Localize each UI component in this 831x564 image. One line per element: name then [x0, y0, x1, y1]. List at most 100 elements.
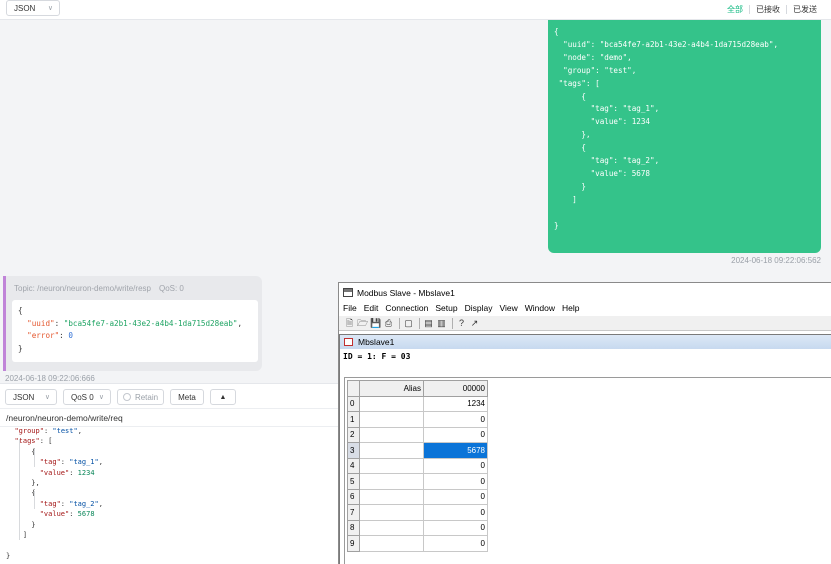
mbslave-child-window: Mbslave1 ID = 1: F = 03 Alias 00000 0 123…	[339, 334, 831, 564]
payload-format-value: JSON	[14, 3, 36, 13]
filter-all[interactable]: 全部	[721, 4, 749, 15]
message-filter-group: 全部 已接收 已发送	[721, 4, 823, 15]
meta-label: Meta	[178, 392, 196, 402]
alias-cell[interactable]	[359, 488, 424, 505]
communication-icon[interactable]: ▤	[423, 318, 434, 329]
row-index: 5	[347, 473, 360, 490]
publish-format-select[interactable]: JSON ∨	[5, 389, 57, 405]
register-value-cell[interactable]: 0	[423, 519, 488, 536]
menu-help[interactable]: Help	[562, 303, 579, 316]
payload-format-select[interactable]: JSON ∨	[6, 0, 60, 16]
publish-qos-select[interactable]: QoS 0 ∨	[63, 389, 111, 405]
display-icon[interactable]: ▥	[436, 318, 447, 329]
register-value-cell[interactable]: 0	[423, 504, 488, 521]
menu-connection[interactable]: Connection	[385, 303, 428, 316]
menu-view[interactable]: View	[499, 303, 517, 316]
open-folder-icon[interactable]: 🗁	[357, 318, 368, 329]
table-row: 70	[347, 504, 488, 521]
row-index: 2	[347, 426, 360, 443]
alias-cell[interactable]	[359, 535, 424, 552]
modbus-app-icon	[343, 288, 353, 297]
json-key: "error"	[27, 331, 60, 341]
chevron-down-icon: ∨	[98, 394, 104, 401]
publish-toolbar: JSON ∨ QoS 0 ∨ Retain Meta ▲	[0, 384, 338, 408]
table-row: 10	[347, 411, 488, 428]
modbus-slave-window: Modbus Slave - Mbslave1 File Edit Connec…	[338, 282, 831, 564]
register-value-cell[interactable]: 0	[423, 457, 488, 474]
table-row: 80	[347, 519, 488, 536]
window-title: Modbus Slave - Mbslave1	[357, 288, 455, 298]
received-message-bubble: Topic: /neuron/neuron-demo/write/resp QoS…	[3, 276, 262, 371]
json-string: "test"	[52, 427, 78, 435]
filter-sent[interactable]: 已发送	[787, 4, 823, 15]
json-key: "uuid"	[27, 318, 55, 328]
child-window-title: Mbslave1	[358, 337, 395, 347]
corner-cell	[347, 380, 360, 397]
child-window-title-bar[interactable]: Mbslave1	[340, 335, 831, 349]
publish-payload-editor[interactable]: "group": "test", "tags": [ { "tag": "tag…	[0, 427, 338, 564]
register-value-cell[interactable]: 5678	[423, 442, 488, 459]
row-index: 9	[347, 535, 360, 552]
received-message-timestamp: 2024-06-18 09:22:06:666	[5, 374, 95, 383]
received-message-payload: { "uuid": "bca54fe7-a2b1-43e2-a4b4-1da71…	[12, 300, 258, 362]
json-key: "group"	[14, 427, 44, 435]
filter-received[interactable]: 已接收	[750, 4, 786, 15]
register-value-cell[interactable]: 0	[423, 488, 488, 505]
table-row: 3 5678	[347, 442, 488, 459]
retain-toggle[interactable]: Retain	[117, 389, 164, 405]
window-icon[interactable]: ▢	[403, 318, 414, 329]
table-row: 20	[347, 426, 488, 443]
window-title-bar[interactable]: Modbus Slave - Mbslave1	[339, 283, 831, 303]
menu-setup[interactable]: Setup	[435, 303, 457, 316]
register-value-cell[interactable]: 1234	[423, 395, 488, 412]
row-index: 4	[347, 457, 360, 474]
received-qos: QoS: 0	[158, 284, 184, 293]
register-value-cell[interactable]: 0	[423, 411, 488, 428]
publish-panel: JSON ∨ QoS 0 ∨ Retain Meta ▲ /neuron/neu…	[0, 383, 338, 564]
toolbar-divider	[452, 317, 453, 329]
sent-message-bubble: { "uuid": "bca54fe7-a2b1-43e2-a4b4-1da71…	[548, 20, 821, 253]
toolbar-divider	[419, 317, 420, 329]
register-grid: Alias 00000 0 1234 1 0 2 0 3 5678 4 0 5 0 6 0 7 0 8 0 9 0	[344, 377, 831, 564]
meta-button[interactable]: Meta	[170, 389, 204, 405]
register-table: Alias 00000 0 1234 1 0 2 0 3 5678 4 0 5 0 6 0 7 0 8 0 9 0	[347, 380, 488, 552]
help-icon[interactable]: ?	[456, 318, 467, 329]
register-value-cell[interactable]: 0	[423, 535, 488, 552]
row-index: 0	[347, 395, 360, 412]
alias-cell[interactable]	[359, 519, 424, 536]
menu-file[interactable]: File	[343, 303, 357, 316]
chevron-down-icon: ∨	[47, 5, 53, 12]
row-index: 8	[347, 519, 360, 536]
child-window-icon	[344, 338, 353, 346]
print-icon[interactable]: ⎙	[383, 318, 394, 329]
alias-cell[interactable]	[359, 442, 424, 459]
menu-window[interactable]: Window	[525, 303, 555, 316]
message-toolbar: JSON ∨ 全部 已接收 已发送	[0, 0, 831, 20]
register-value-cell[interactable]: 0	[423, 426, 488, 443]
row-index: 6	[347, 488, 360, 505]
alias-cell[interactable]	[359, 395, 424, 412]
alias-cell[interactable]	[359, 457, 424, 474]
save-icon[interactable]: 💾	[370, 318, 381, 329]
radio-circle-icon	[122, 393, 131, 401]
row-index: 7	[347, 504, 360, 521]
collapse-button[interactable]: ▲	[210, 389, 236, 405]
sent-message-timestamp: 2024-06-18 09:22:06:562	[731, 256, 821, 265]
menu-display[interactable]: Display	[465, 303, 493, 316]
alias-cell[interactable]	[359, 426, 424, 443]
row-index: 1	[347, 411, 360, 428]
alias-cell[interactable]	[359, 411, 424, 428]
new-file-icon[interactable]: 🗎	[344, 318, 355, 329]
column-header-address: 00000	[423, 380, 488, 397]
table-row: 60	[347, 488, 488, 505]
toolbar: 🗎 🗁 💾 ⎙ ▢ ▤ ▥ ? ↗	[339, 316, 831, 331]
context-help-icon[interactable]: ↗	[469, 318, 480, 329]
menu-edit[interactable]: Edit	[364, 303, 379, 316]
register-value-cell[interactable]: 0	[423, 473, 488, 490]
row-index: 3	[347, 442, 360, 459]
alias-cell[interactable]	[359, 473, 424, 490]
publish-topic-input[interactable]: /neuron/neuron-demo/write/req	[0, 408, 338, 427]
caret-up-icon: ▲	[219, 393, 227, 401]
menu-bar: File Edit Connection Setup Display View …	[339, 303, 831, 316]
alias-cell[interactable]	[359, 504, 424, 521]
